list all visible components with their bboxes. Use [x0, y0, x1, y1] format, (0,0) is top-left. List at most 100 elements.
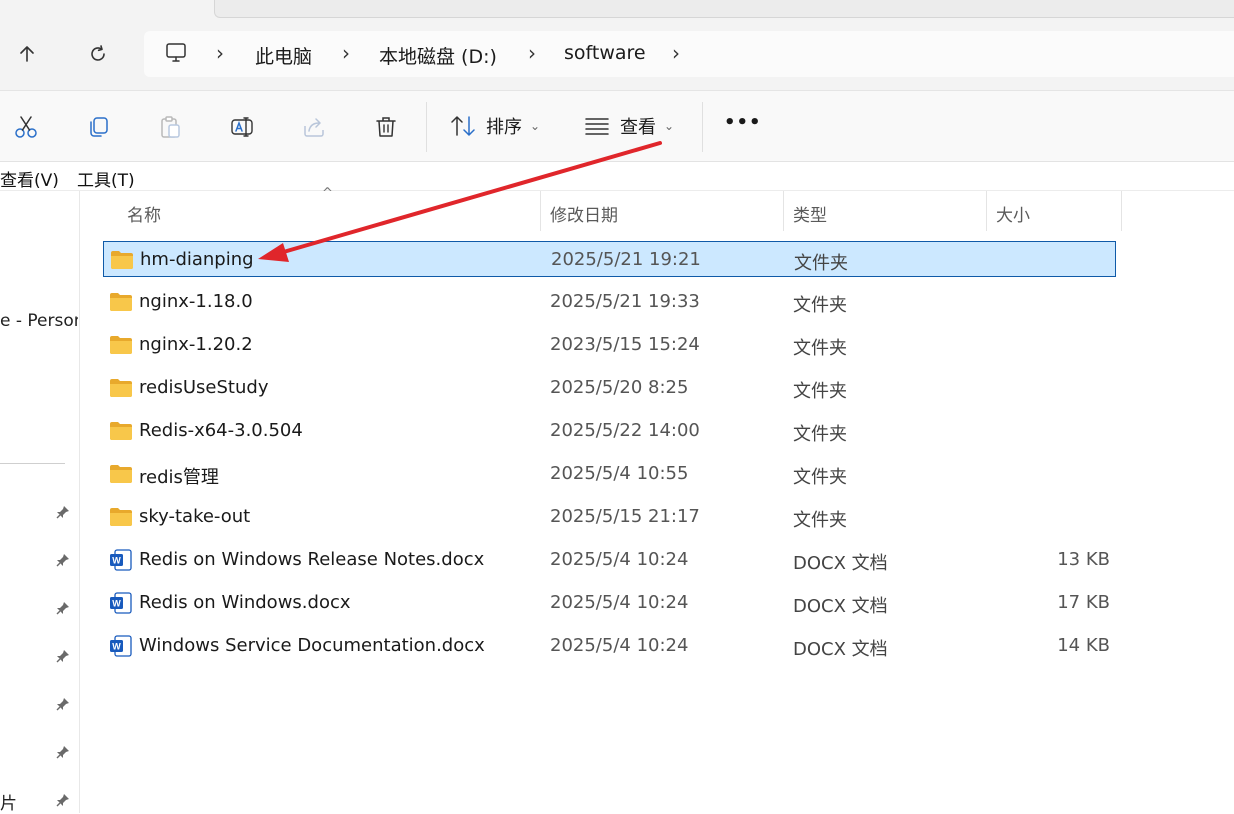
up-button[interactable]	[9, 36, 45, 72]
copy-button[interactable]	[78, 107, 118, 147]
breadcrumb-this-pc[interactable]: 此电脑	[255, 42, 312, 69]
file-type: 文件夹	[793, 424, 847, 445]
tab-edge	[214, 0, 1234, 18]
file-date: 2023/5/15 15:24	[550, 334, 700, 355]
folder-icon	[109, 377, 133, 399]
chevron-down-icon: ⌄	[530, 119, 541, 133]
file-size: 17 KB	[1057, 592, 1110, 613]
file-type: 文件夹	[793, 295, 847, 316]
share-button[interactable]	[294, 107, 334, 147]
breadcrumb-chevron-icon[interactable]: ›	[342, 41, 350, 65]
file-date: 2025/5/4 10:24	[550, 549, 689, 570]
file-name: nginx-1.20.2	[139, 334, 253, 355]
breadcrumb-chevron-icon[interactable]: ›	[528, 41, 536, 65]
file-row[interactable]: redisUseStudy 2025/5/20 8:25 文件夹	[103, 370, 1116, 406]
pin-icon[interactable]	[55, 744, 71, 760]
folder-icon	[109, 506, 133, 528]
breadcrumb-chevron-icon[interactable]: ›	[216, 41, 224, 65]
file-row[interactable]: Redis-x64-3.0.504 2025/5/22 14:00 文件夹	[103, 413, 1116, 449]
column-divider[interactable]	[986, 191, 987, 231]
file-row[interactable]: hm-dianping 2025/5/21 19:21 文件夹	[103, 241, 1116, 277]
file-name: Redis on Windows.docx	[139, 592, 351, 613]
svg-text:W: W	[112, 556, 121, 566]
file-row[interactable]: W Redis on Windows Release Notes.docx 2025…	[103, 542, 1116, 578]
view-lines-icon	[585, 118, 609, 135]
file-type: 文件夹	[793, 338, 847, 359]
column-divider[interactable]	[1121, 191, 1122, 231]
column-header-size[interactable]: 大小	[996, 201, 1030, 226]
file-date: 2025/5/4 10:24	[550, 592, 689, 613]
sort-icon	[451, 116, 475, 136]
file-date: 2025/5/20 8:25	[550, 377, 689, 398]
file-name: sky-take-out	[139, 506, 251, 527]
nav-divider	[0, 463, 65, 464]
navigation-pane	[0, 191, 80, 813]
menu-bar	[0, 162, 1234, 191]
file-name: hm-dianping	[140, 249, 254, 270]
view-label: 查看	[620, 117, 656, 138]
breadcrumb-chevron-icon[interactable]: ›	[672, 41, 680, 65]
pin-icon[interactable]	[55, 600, 71, 616]
breadcrumb-software[interactable]: software	[564, 42, 646, 64]
menu-view[interactable]: 查看(V)	[0, 166, 59, 191]
column-divider[interactable]	[783, 191, 784, 231]
refresh-icon	[91, 45, 105, 61]
word-doc-icon: W	[109, 549, 133, 571]
file-row[interactable]: W Windows Service Documentation.docx 2025/…	[103, 628, 1116, 664]
pin-icon[interactable]	[55, 696, 71, 712]
folder-icon	[109, 334, 133, 356]
pin-icon[interactable]	[55, 648, 71, 664]
view-button[interactable]: 查看 ⌄	[584, 113, 674, 139]
scissors-icon	[15, 116, 37, 138]
address-bar[interactable]: › 此电脑 › 本地磁盘 (D:) › software ›	[144, 31, 1234, 77]
menu-tools[interactable]: 工具(T)	[77, 166, 135, 191]
breadcrumb-local-disk[interactable]: 本地磁盘 (D:)	[379, 42, 497, 69]
file-name: Redis-x64-3.0.504	[139, 420, 303, 441]
share-icon	[304, 118, 324, 137]
pin-icon[interactable]	[55, 792, 71, 808]
file-date: 2025/5/4 10:24	[550, 635, 689, 656]
toolbar-divider	[702, 102, 703, 152]
file-row[interactable]: sky-take-out 2025/5/15 21:17 文件夹	[103, 499, 1116, 535]
pin-icon[interactable]	[55, 552, 71, 568]
file-type: 文件夹	[794, 253, 848, 274]
cut-button[interactable]	[6, 107, 46, 147]
copy-icon	[90, 117, 108, 137]
file-type: 文件夹	[793, 381, 847, 402]
file-row[interactable]: nginx-1.18.0 2025/5/21 19:33 文件夹	[103, 284, 1116, 320]
file-type: DOCX 文档	[793, 553, 888, 574]
sort-button[interactable]: 排序 ⌄	[450, 113, 540, 139]
sort-label: 排序	[486, 117, 522, 138]
pin-icon[interactable]	[55, 504, 71, 520]
rename-button[interactable]	[222, 107, 262, 147]
computer-icon	[164, 41, 188, 69]
column-header-type[interactable]: 类型	[793, 201, 827, 226]
rename-icon	[231, 117, 253, 137]
nav-item-onedrive[interactable]: e - Person	[0, 311, 78, 331]
file-row[interactable]: nginx-1.20.2 2023/5/15 15:24 文件夹	[103, 327, 1116, 363]
refresh-button[interactable]	[80, 36, 116, 72]
sort-ascending-icon: ^	[322, 186, 333, 201]
file-date: 2025/5/4 10:55	[550, 463, 689, 484]
paste-button[interactable]	[150, 107, 190, 147]
svg-text:W: W	[112, 599, 121, 609]
clipboard-icon	[161, 116, 180, 138]
file-date: 2025/5/21 19:33	[550, 291, 700, 312]
arrow-up-icon	[20, 46, 34, 62]
file-row[interactable]: W Redis on Windows.docx 2025/5/4 10:24 DOCX…	[103, 585, 1116, 621]
file-name: Redis on Windows Release Notes.docx	[139, 549, 485, 570]
word-doc-icon: W	[109, 635, 133, 657]
column-divider[interactable]	[540, 191, 541, 231]
file-date: 2025/5/21 19:21	[551, 249, 701, 270]
chevron-down-icon: ⌄	[664, 119, 675, 133]
column-header-date[interactable]: 修改日期	[550, 201, 618, 226]
file-name: redis管理	[139, 467, 219, 488]
file-size: 13 KB	[1057, 549, 1110, 570]
file-type: DOCX 文档	[793, 639, 888, 660]
file-type: 文件夹	[793, 467, 847, 488]
more-options-button[interactable]: •••	[724, 112, 762, 133]
delete-button[interactable]	[366, 107, 406, 147]
file-row[interactable]: redis管理 2025/5/4 10:55 文件夹	[103, 456, 1116, 492]
nav-item-pictures[interactable]: 片	[0, 789, 17, 814]
column-header-name[interactable]: 名称	[127, 201, 161, 226]
